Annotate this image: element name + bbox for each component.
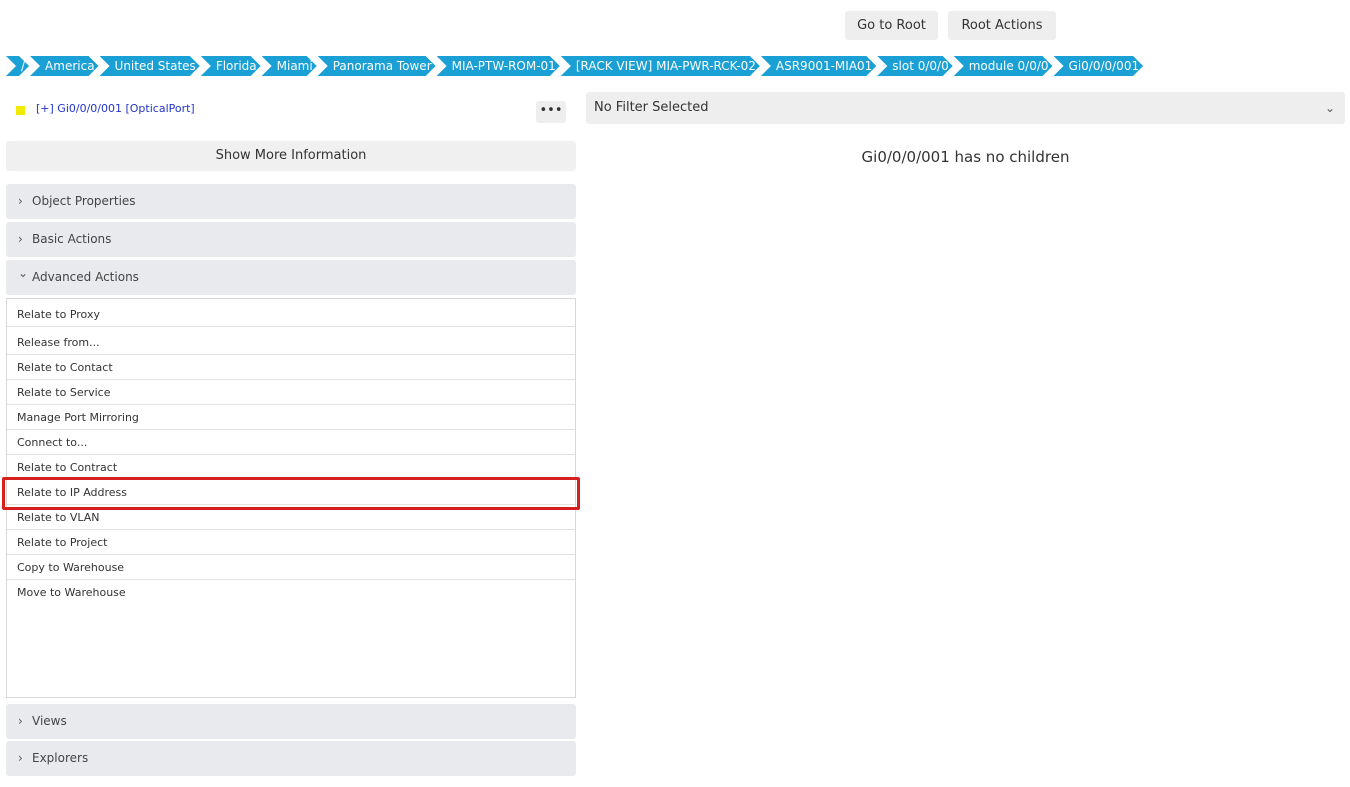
advanced-actions-list: Relate to Proxy Release from... Relate t… (6, 298, 576, 698)
section-label: Object Properties (32, 194, 136, 208)
breadcrumb-item[interactable]: Panorama Tower (318, 56, 436, 76)
chevron-down-icon: ⌄ (18, 266, 29, 280)
root-actions-button[interactable]: Root Actions (948, 11, 1056, 40)
action-copy-to-warehouse[interactable]: Copy to Warehouse (7, 555, 575, 580)
breadcrumb-item[interactable]: Florida (201, 56, 261, 76)
action-relate-to-vlan[interactable]: Relate to VLAN (7, 505, 575, 530)
breadcrumb-item[interactable]: Miami (262, 56, 317, 76)
section-label: Explorers (32, 751, 89, 765)
breadcrumb-item[interactable]: MIA-PTW-ROM-01 (437, 56, 560, 76)
more-options-button[interactable]: ••• (536, 101, 566, 123)
breadcrumb-item[interactable]: [RACK VIEW] MIA-PWR-RCK-02 (561, 56, 760, 76)
action-release-from[interactable]: Release from... (7, 330, 575, 355)
section-explorers[interactable]: › Explorers (6, 741, 576, 776)
status-square-icon (16, 106, 25, 115)
breadcrumb-item[interactable]: America (30, 56, 99, 76)
breadcrumb: / America United States Florida Miami Pa… (6, 56, 1144, 76)
action-relate-to-project[interactable]: Relate to Project (7, 530, 575, 555)
section-advanced-actions[interactable]: ⌄ Advanced Actions (6, 260, 576, 295)
go-to-root-button[interactable]: Go to Root (845, 11, 938, 40)
breadcrumb-item[interactable]: module 0/0/0 (954, 56, 1053, 76)
filter-selected-value: No Filter Selected (594, 100, 709, 115)
action-relate-to-service[interactable]: Relate to Service (7, 380, 575, 405)
breadcrumb-item[interactable]: United States (100, 56, 200, 76)
chevron-right-icon: › (18, 232, 23, 246)
object-title-link[interactable]: [+] Gi0/0/0/001 [OpticalPort] (36, 102, 195, 115)
section-basic-actions[interactable]: › Basic Actions (6, 222, 576, 257)
show-more-information-button[interactable]: Show More Information (6, 141, 576, 171)
action-relate-to-proxy[interactable]: Relate to Proxy (7, 302, 575, 327)
section-label: Views (32, 714, 67, 728)
object-header: [+] Gi0/0/0/001 [OpticalPort] ••• (6, 100, 576, 124)
section-views[interactable]: › Views (6, 704, 576, 739)
breadcrumb-item[interactable]: / (6, 56, 29, 76)
section-object-properties[interactable]: › Object Properties (6, 184, 576, 219)
chevron-right-icon: › (18, 194, 23, 208)
action-connect-to[interactable]: Connect to... (7, 430, 575, 455)
chevron-down-icon: ⌄ (1324, 101, 1335, 115)
section-label: Basic Actions (32, 232, 112, 246)
filter-select[interactable]: No Filter Selected ⌄ (586, 92, 1345, 124)
breadcrumb-item[interactable]: ASR9001-MIA01 (761, 56, 876, 76)
breadcrumb-item-current[interactable]: Gi0/0/0/001 (1054, 56, 1144, 76)
action-relate-to-contact[interactable]: Relate to Contact (7, 355, 575, 380)
chevron-right-icon: › (18, 751, 23, 765)
action-relate-to-contract[interactable]: Relate to Contract (7, 455, 575, 480)
section-label: Advanced Actions (32, 270, 139, 284)
action-relate-to-ip-address[interactable]: Relate to IP Address (7, 480, 575, 505)
action-move-to-warehouse[interactable]: Move to Warehouse (7, 580, 575, 605)
chevron-right-icon: › (18, 714, 23, 728)
action-manage-port-mirroring[interactable]: Manage Port Mirroring (7, 405, 575, 430)
breadcrumb-item[interactable]: slot 0/0/0 (877, 56, 952, 76)
no-children-message: Gi0/0/0/001 has no children (861, 148, 1070, 166)
